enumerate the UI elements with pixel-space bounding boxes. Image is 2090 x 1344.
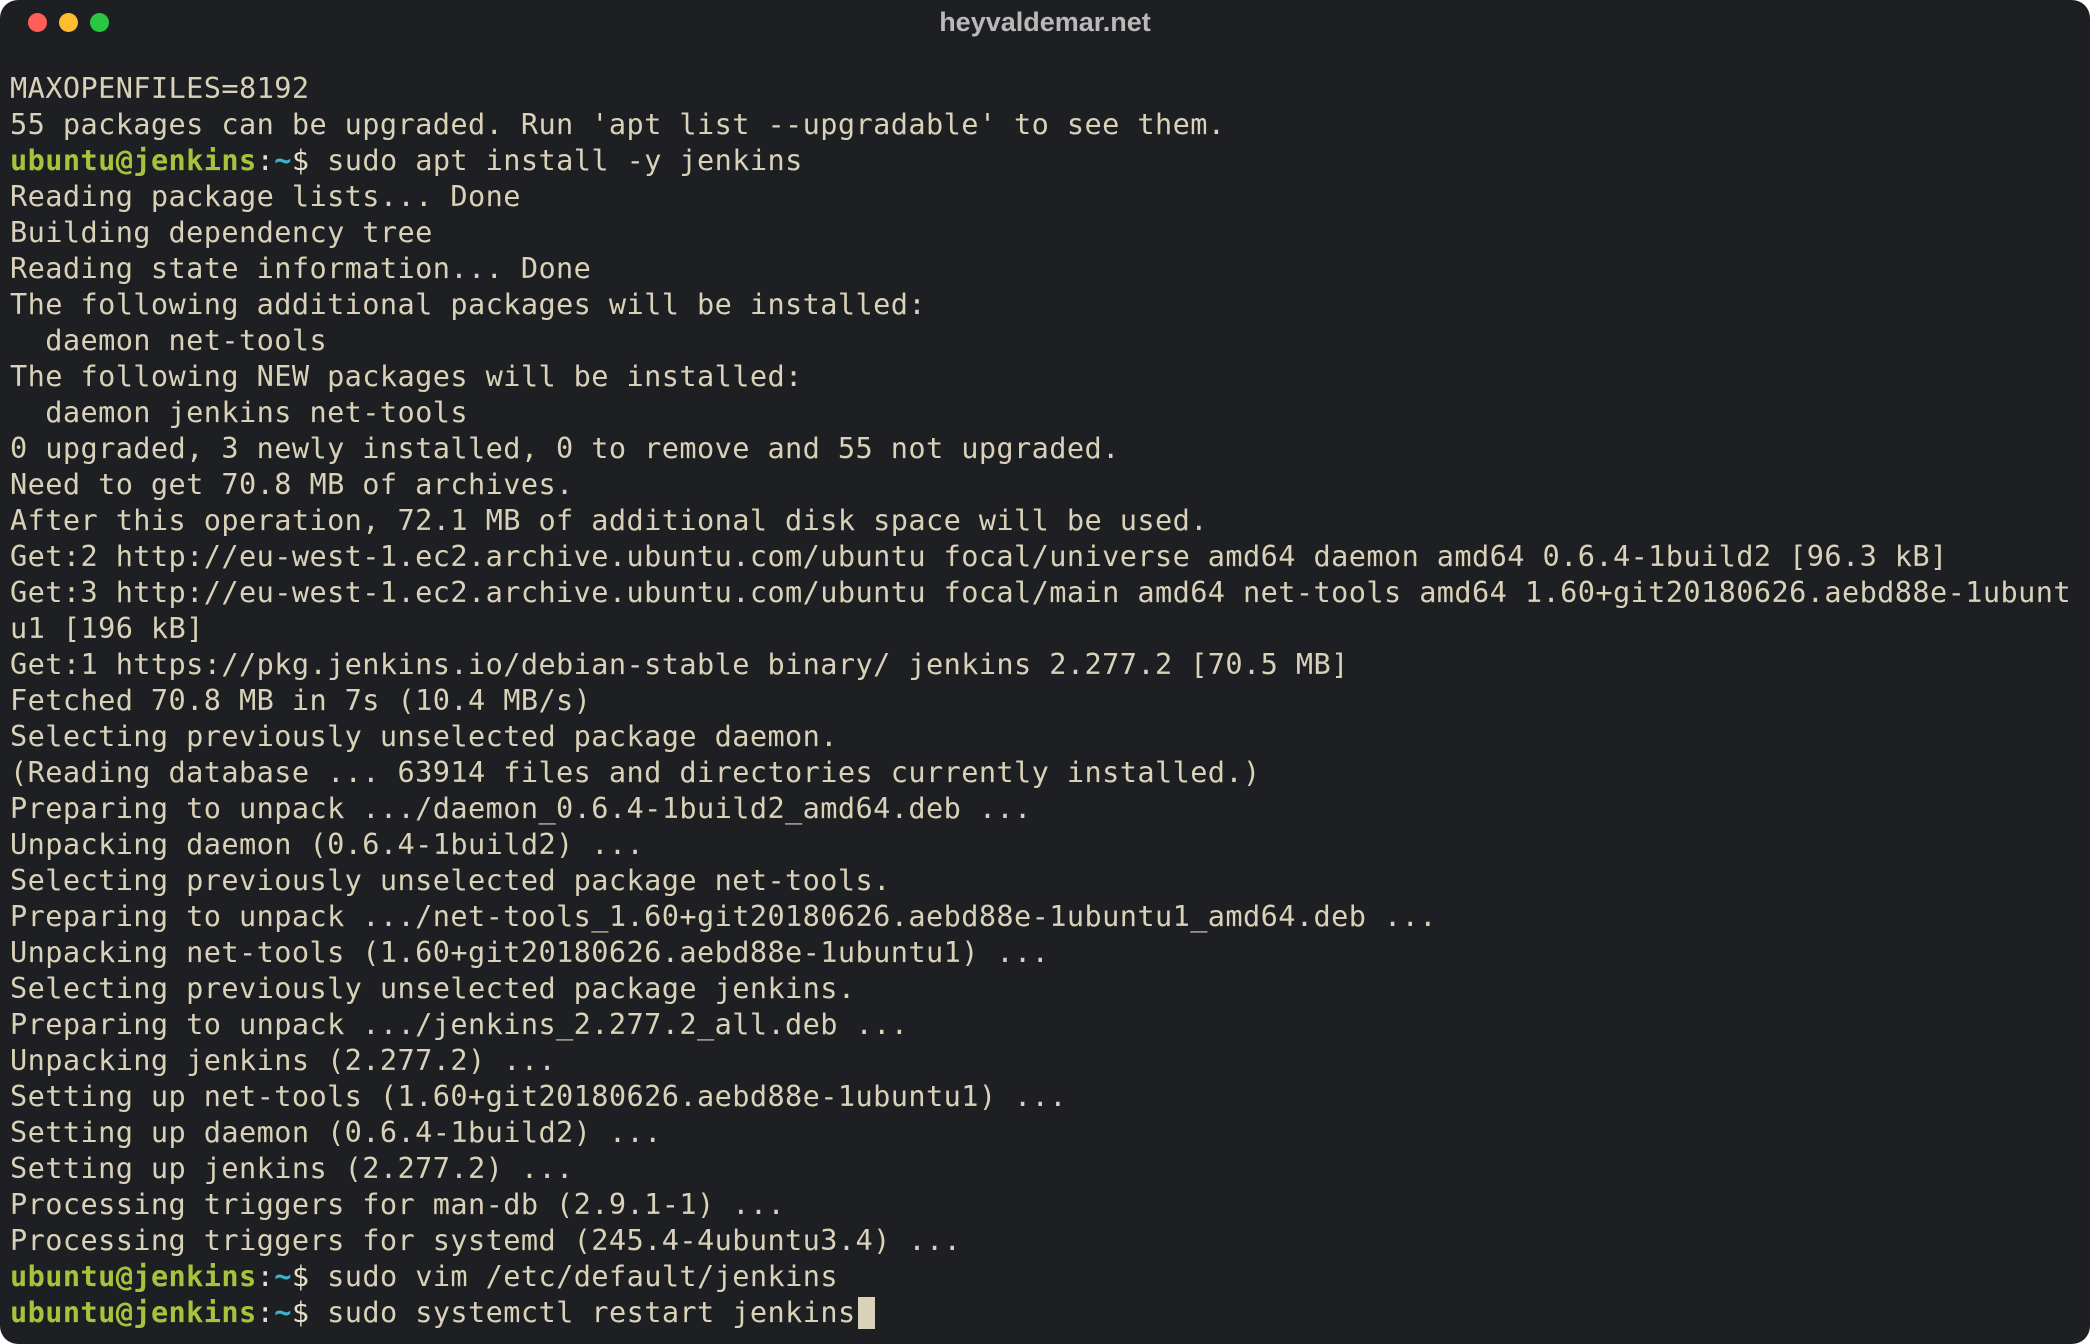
output-line: Reading package lists... Done xyxy=(10,179,521,213)
output-line: Preparing to unpack .../daemon_0.6.4-1bu… xyxy=(10,791,1032,825)
output-line: Get:2 http://eu-west-1.ec2.archive.ubunt… xyxy=(10,539,1948,573)
output-line: After this operation, 72.1 MB of additio… xyxy=(10,503,1208,537)
prompt-path: ~ xyxy=(274,1295,292,1329)
window-controls xyxy=(28,13,109,32)
command-text: sudo systemctl restart jenkins xyxy=(310,1295,856,1329)
prompt-symbol: $ xyxy=(292,1259,310,1293)
output-line: Selecting previously unselected package … xyxy=(10,719,838,753)
output-line: daemon jenkins net-tools xyxy=(10,395,468,429)
prompt-user: ubuntu xyxy=(10,143,116,177)
output-line: Get:3 http://eu-west-1.ec2.archive.ubunt… xyxy=(10,575,2071,645)
titlebar: heyvaldemar.net xyxy=(0,0,2090,44)
prompt-colon: : xyxy=(257,1259,275,1293)
prompt-at: @ xyxy=(116,1295,134,1329)
output-line: Processing triggers for man-db (2.9.1-1)… xyxy=(10,1187,785,1221)
output-line: Selecting previously unselected package … xyxy=(10,971,856,1005)
terminal-body[interactable]: MAXOPENFILES=8192 55 packages can be upg… xyxy=(0,44,2090,1344)
prompt-host: jenkins xyxy=(133,1259,256,1293)
prompt-host: jenkins xyxy=(133,1295,256,1329)
output-line: Preparing to unpack .../jenkins_2.277.2_… xyxy=(10,1007,908,1041)
prompt-at: @ xyxy=(116,143,134,177)
output-line: Preparing to unpack .../net-tools_1.60+g… xyxy=(10,899,1437,933)
prompt-colon: : xyxy=(257,1295,275,1329)
close-icon[interactable] xyxy=(28,13,47,32)
output-line: 55 packages can be upgraded. Run 'apt li… xyxy=(10,107,1225,141)
output-line: Unpacking net-tools (1.60+git20180626.ae… xyxy=(10,935,1049,969)
minimize-icon[interactable] xyxy=(59,13,78,32)
prompt-user: ubuntu xyxy=(10,1259,116,1293)
output-line: Need to get 70.8 MB of archives. xyxy=(10,467,574,501)
output-line: (Reading database ... 63914 files and di… xyxy=(10,755,1261,789)
output-line: Processing triggers for systemd (245.4-4… xyxy=(10,1223,961,1257)
command-text: sudo vim /etc/default/jenkins xyxy=(310,1259,838,1293)
output-line: The following NEW packages will be insta… xyxy=(10,359,803,393)
output-line: Unpacking jenkins (2.277.2) ... xyxy=(10,1043,556,1077)
prompt-user: ubuntu xyxy=(10,1295,116,1329)
prompt-path: ~ xyxy=(274,1259,292,1293)
output-line: Fetched 70.8 MB in 7s (10.4 MB/s) xyxy=(10,683,591,717)
zoom-icon[interactable] xyxy=(90,13,109,32)
output-line: 0 upgraded, 3 newly installed, 0 to remo… xyxy=(10,431,1120,465)
prompt-colon: : xyxy=(257,143,275,177)
command-text: sudo apt install -y jenkins xyxy=(310,143,803,177)
prompt-at: @ xyxy=(116,1259,134,1293)
output-line: Reading state information... Done xyxy=(10,251,591,285)
cursor-icon xyxy=(858,1297,875,1329)
output-line: Unpacking daemon (0.6.4-1build2) ... xyxy=(10,827,644,861)
output-line: Selecting previously unselected package … xyxy=(10,863,891,897)
output-line: Building dependency tree xyxy=(10,215,433,249)
output-line: Get:1 https://pkg.jenkins.io/debian-stab… xyxy=(10,647,1349,681)
prompt-symbol: $ xyxy=(292,143,310,177)
terminal-window: heyvaldemar.net MAXOPENFILES=8192 55 pac… xyxy=(0,0,2090,1344)
output-line: daemon net-tools xyxy=(10,323,327,357)
output-line: The following additional packages will b… xyxy=(10,287,926,321)
prompt-path: ~ xyxy=(274,143,292,177)
prompt-symbol: $ xyxy=(292,1295,310,1329)
window-title: heyvaldemar.net xyxy=(0,7,2090,38)
prompt-host: jenkins xyxy=(133,143,256,177)
output-line: Setting up net-tools (1.60+git20180626.a… xyxy=(10,1079,1067,1113)
output-line: Setting up jenkins (2.277.2) ... xyxy=(10,1151,574,1185)
output-line: MAXOPENFILES=8192 xyxy=(10,71,309,105)
output-line: Setting up daemon (0.6.4-1build2) ... xyxy=(10,1115,662,1149)
